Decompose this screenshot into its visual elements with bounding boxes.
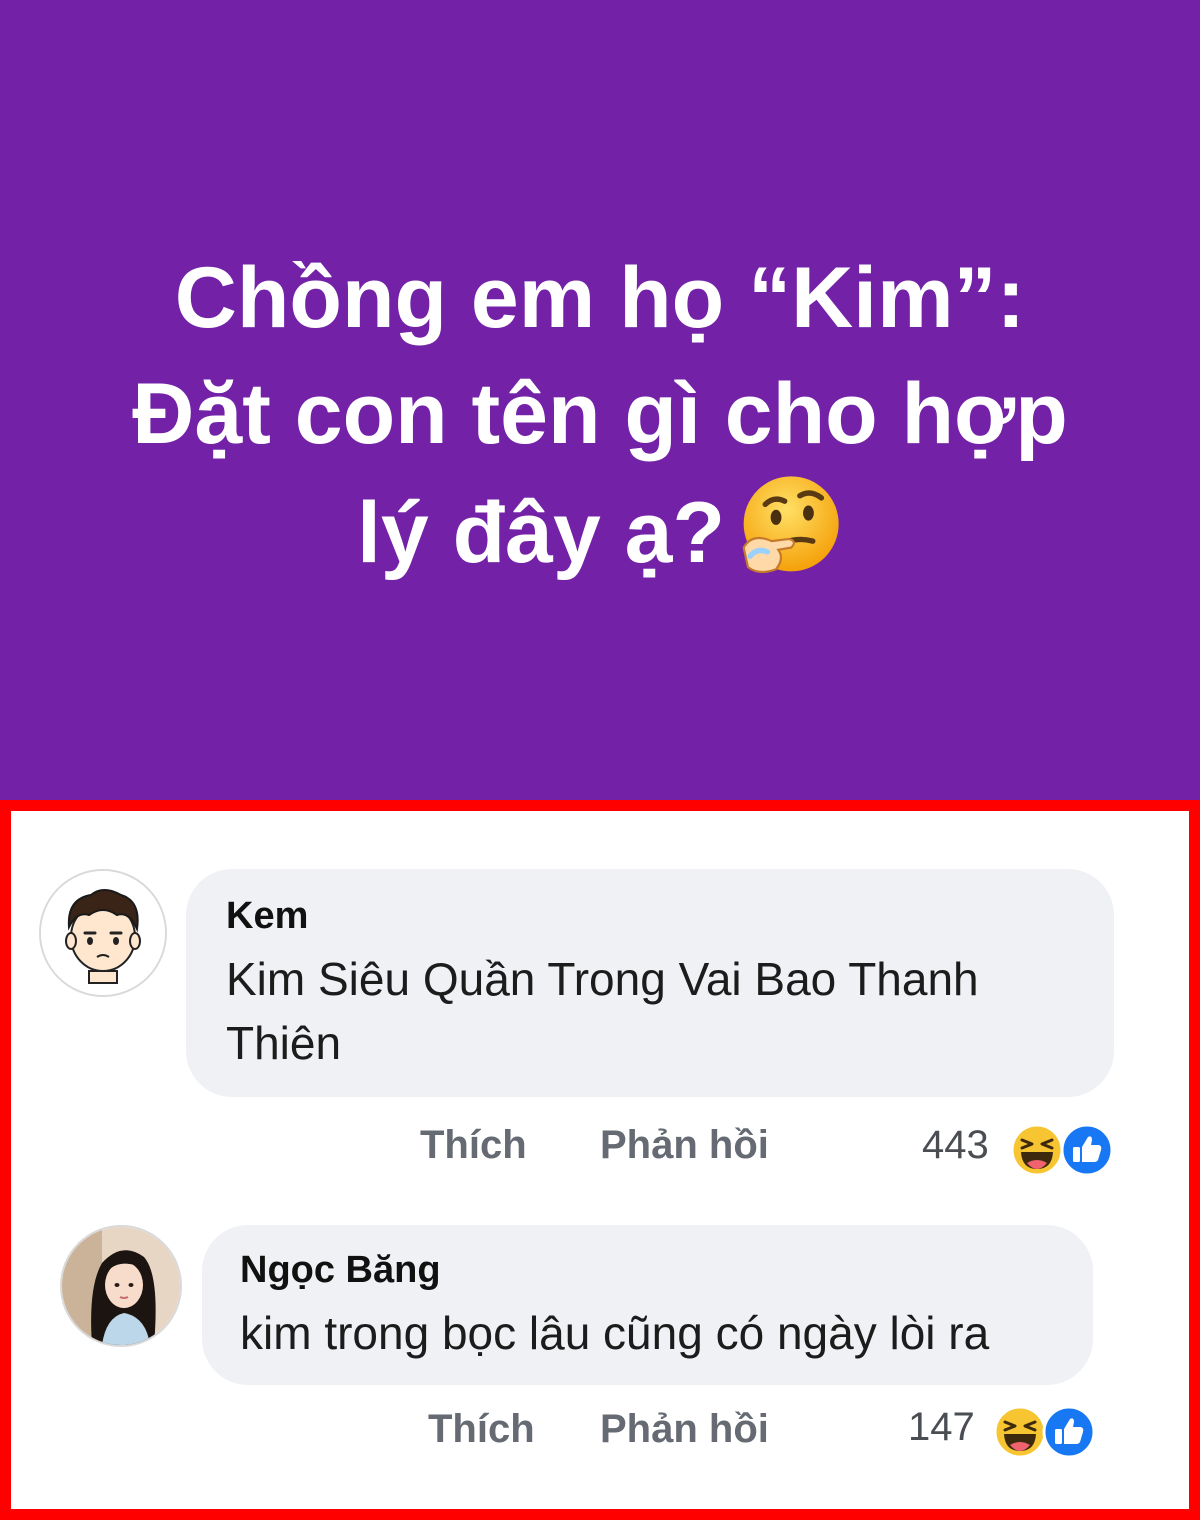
reaction-count[interactable]: 443 xyxy=(922,1123,989,1168)
like-reaction-icon xyxy=(1060,1123,1114,1177)
haha-reaction-icon xyxy=(993,1405,1047,1459)
haha-reaction-icon xyxy=(1010,1123,1064,1177)
avatar[interactable] xyxy=(39,869,167,997)
avatar[interactable] xyxy=(60,1225,182,1347)
post-line-3: lý đây ạ? xyxy=(80,472,1120,591)
comment-author[interactable]: Ngọc Băng xyxy=(240,1249,441,1292)
thinking-face-icon xyxy=(742,475,839,573)
post-text: Chồng em họ “Kim”: Đặt con tên gì cho hợ… xyxy=(80,240,1120,591)
comment-text: kim trong bọc lâu cũng có ngày lòi ra xyxy=(240,1307,990,1359)
like-reaction-icon xyxy=(1042,1405,1096,1459)
reaction-count[interactable]: 147 xyxy=(908,1405,975,1450)
reply-button[interactable]: Phản hồi xyxy=(600,1123,769,1168)
post-line-3-text: lý đây ạ? xyxy=(356,484,726,581)
girl-photo-avatar-icon xyxy=(62,1227,180,1345)
reply-button[interactable]: Phản hồi xyxy=(600,1407,769,1452)
comments-panel: Kem Kim Siêu Quần Trong Vai Bao Thanh Th… xyxy=(0,800,1200,1520)
comment-bubble: Kem Kim Siêu Quần Trong Vai Bao Thanh Th… xyxy=(186,869,1114,1097)
like-button[interactable]: Thích xyxy=(420,1123,527,1168)
comment-text: Kim Siêu Quần Trong Vai Bao Thanh Thiên xyxy=(226,953,979,1069)
post-line-2: Đặt con tên gì cho hợp xyxy=(132,365,1068,462)
comment-bubble: Ngọc Băng kim trong bọc lâu cũng có ngày… xyxy=(202,1225,1093,1385)
cartoon-boy-avatar-icon xyxy=(41,871,165,995)
like-button[interactable]: Thích xyxy=(428,1407,535,1452)
post-line-1: Chồng em họ “Kim”: xyxy=(174,249,1026,346)
comment-author[interactable]: Kem xyxy=(226,895,308,938)
post-banner: Chồng em họ “Kim”: Đặt con tên gì cho hợ… xyxy=(0,0,1200,800)
